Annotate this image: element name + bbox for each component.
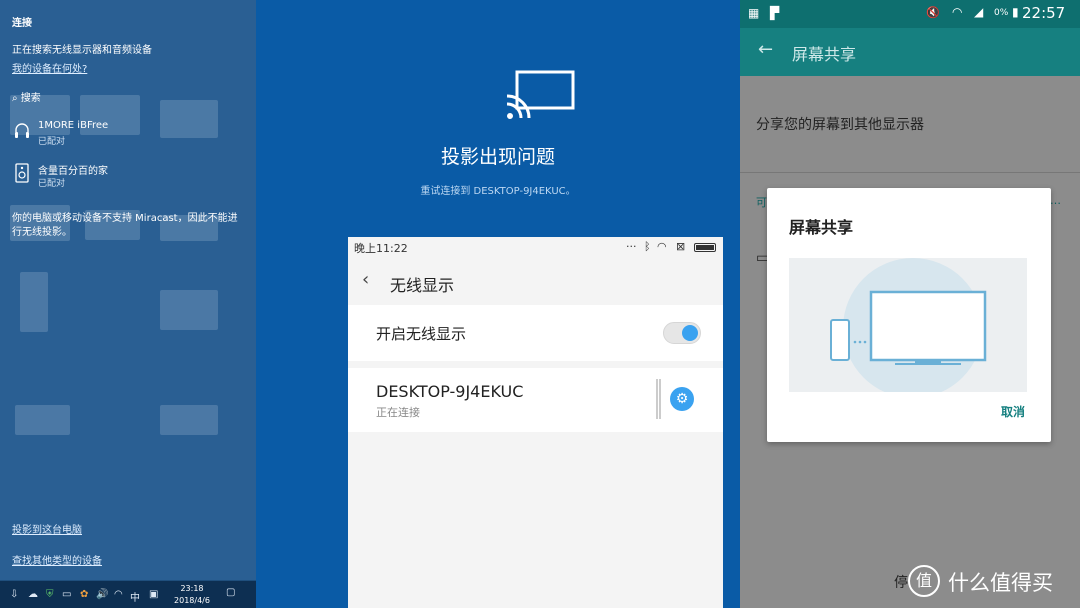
watermark-logo: 值 (908, 565, 940, 597)
device-row[interactable]: DESKTOP-9J4EKUC 正在连接 ⚙ (348, 368, 723, 432)
miracast-error-line1: 你的电脑或移动设备不支持 Miracast，因此不能进 (12, 213, 238, 224)
sim-icon: ⊠ (676, 240, 686, 253)
cast-icon (506, 70, 575, 119)
toggle-knob (682, 325, 698, 341)
taskbar: ⇩ ☁ ⛨ ▭ ✿ 🔊 ◠ 中 ▣ 23:18 2018/4/6 ▢ (0, 580, 256, 608)
header-title: 无线显示 (390, 276, 455, 295)
flipboard-icon: ▛ (770, 6, 780, 20)
share-screen-text: 分享您的屏幕到其他显示器 (756, 117, 924, 133)
device-name: DESKTOP-9J4EKUC (376, 382, 524, 401)
device-name: 含量百分百的家 (38, 166, 108, 177)
device-item-2[interactable]: 含量百分百的家 已配对 (12, 162, 252, 192)
stop-partial-text[interactable]: 停 (894, 572, 908, 592)
wifi-icon[interactable]: ◠ (114, 589, 123, 600)
phone-status-bar: 晚上11:22 ··· ᛒ ◠ ⊠ (348, 237, 723, 257)
back-arrow-icon[interactable]: ← (758, 39, 773, 60)
miracast-error-line2: 行无线投影。 (12, 227, 72, 238)
watermark: 值 什么值得买 (908, 563, 1076, 603)
find-other-devices-link[interactable]: 查找其他类型的设备 (12, 552, 102, 567)
battery-percent: 0% (994, 8, 1009, 18)
screen-share-dialog: 屏幕共享 取消 (767, 188, 1051, 442)
bluetooth-icon: ᛒ (644, 240, 651, 253)
back-chevron-icon[interactable]: ‹ (362, 269, 369, 290)
app-icon[interactable]: ✿ (80, 589, 88, 600)
connect-title: 连接 (12, 18, 32, 29)
tray-app-icon[interactable]: ☁ (28, 589, 38, 600)
ime-indicator[interactable]: 中 (130, 589, 140, 604)
wireless-display-toggle[interactable] (663, 322, 701, 344)
more-ellipsis: … (1050, 194, 1061, 207)
search-icon: ⌕ (12, 93, 18, 104)
screen-share-illustration (789, 258, 1027, 398)
tray-icon[interactable]: ▭ (62, 589, 71, 600)
windows-connect-panel: 连接 正在搜索无线显示器和音频设备 我的设备在何处? ⌕ 搜索 1MORE iB… (0, 0, 256, 608)
tray-square-icon[interactable]: ▣ (149, 589, 158, 600)
battery-charging-icon: ▮ (1012, 5, 1019, 19)
divider (740, 172, 1080, 173)
search-label: 搜索 (20, 93, 41, 104)
wifi-icon: ◠ (952, 5, 963, 19)
gallery-icon: ▦ (748, 6, 760, 20)
volume-icon[interactable]: 🔊 (96, 589, 108, 600)
taskbar-clock[interactable]: 23:18 2018/4/6 (170, 583, 214, 607)
device-name: 1MORE iBFree (38, 120, 109, 131)
phone-to-tv-icon (830, 258, 987, 398)
battery-icon (694, 243, 716, 252)
appbar-title: 屏幕共享 (792, 45, 857, 64)
device-settings-icon[interactable]: ⚙ (670, 387, 694, 411)
where-device-link[interactable]: 我的设备在何处? (12, 60, 87, 75)
headset-icon (15, 123, 29, 138)
phone-header: ‹ 无线显示 (348, 257, 723, 305)
device-status: 已配对 (38, 179, 66, 189)
clock-date: 2018/4/6 (174, 596, 210, 605)
android-appbar: ← 屏幕共享 (740, 28, 1080, 76)
status-time: 晚上11:22 (354, 242, 408, 255)
cancel-button[interactable]: 取消 (1001, 403, 1025, 420)
phone-wireless-display-screen: 晚上11:22 ··· ᛒ ◠ ⊠ ‹ 无线显示 开启无线显示 DESKTOP-… (348, 237, 723, 608)
clock-time: 23:18 (180, 584, 204, 593)
security-icon[interactable]: ⛨ (46, 589, 54, 600)
projection-error-title: 投影出现问题 (440, 146, 555, 168)
speaker-icon (15, 163, 29, 183)
mute-icon: 🔇 (926, 6, 940, 19)
wireless-display-toggle-row[interactable]: 开启无线显示 (348, 305, 723, 361)
device-status: 正在连接 (376, 406, 420, 419)
wifi-icon: ◠ (657, 240, 667, 253)
watermark-text: 什么值得买 (948, 571, 1053, 595)
search-row[interactable]: ⌕ 搜索 (12, 89, 41, 104)
android-status-bar: ▦ ▛ 🔇 ◠ ◢ 0% ▮ 22:57 (740, 0, 1080, 28)
device-status: 已配对 (38, 137, 66, 147)
signal-icon: ◢ (974, 5, 984, 19)
toggle-label: 开启无线显示 (376, 325, 467, 343)
retry-connect-text: 重试连接到 DESKTOP-9J4EKUC。 (420, 186, 576, 197)
status-time: 22:57 (1022, 4, 1066, 22)
device-item-1[interactable]: 1MORE iBFree 已配对 (12, 120, 252, 150)
usb-icon[interactable]: ⇩ (10, 589, 18, 600)
searching-text: 正在搜索无线显示器和音频设备 (12, 45, 152, 56)
more-icon: ··· (626, 240, 637, 253)
action-center-icon[interactable]: ▢ (226, 587, 235, 598)
partial-text: 可 (756, 196, 767, 209)
dialog-title: 屏幕共享 (789, 218, 854, 237)
divider (656, 379, 661, 419)
project-to-pc-link[interactable]: 投影到这台电脑 (12, 521, 82, 536)
